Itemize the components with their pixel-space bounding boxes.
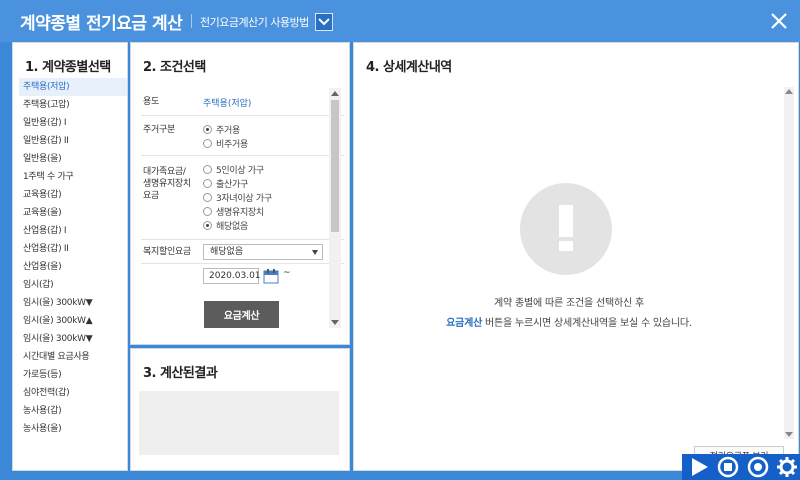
contract-type-item[interactable]: 1주택 수 가구 bbox=[19, 168, 127, 186]
title-divider bbox=[191, 14, 192, 28]
record-button[interactable] bbox=[745, 456, 771, 478]
instruction-line-1: 계약 종별에 따른 조건을 선택하신 후 bbox=[494, 298, 644, 309]
family-option[interactable]: 3자녀이상 가구 bbox=[203, 190, 272, 204]
panel-title: 4. 상세계산내역 bbox=[366, 60, 452, 75]
contract-type-item[interactable]: 임시(을) 300kW▼ bbox=[19, 294, 127, 312]
family-option[interactable]: 출산가구 bbox=[203, 176, 272, 190]
contract-type-item[interactable]: 농사용(을) bbox=[19, 420, 127, 438]
family-row: 대가족요금/ 생명유지장치 요금 5인이상 가구 출산가구 3자녀이상 가구 생… bbox=[141, 156, 344, 240]
detail-panel: 4. 상세계산내역 계약 종별에 따른 조건을 선택하신 후 요금계산 버튼을 … bbox=[353, 42, 799, 471]
calendar-button[interactable] bbox=[263, 268, 279, 284]
contract-type-item[interactable]: 일반용(을) bbox=[19, 150, 127, 168]
settings-button[interactable] bbox=[775, 456, 800, 478]
instruction-rest: 버튼을 누르시면 상세계산내역을 보실 수 있습니다. bbox=[482, 318, 692, 329]
residence-option-residential[interactable]: 주거용 bbox=[203, 122, 248, 136]
scroll-up-arrow[interactable] bbox=[785, 89, 793, 94]
stop-button[interactable] bbox=[716, 456, 742, 478]
welfare-row: 복지할인요금 해당없음 bbox=[141, 240, 344, 264]
close-button[interactable] bbox=[764, 6, 794, 36]
contract-type-item[interactable]: 산업용(갑) I bbox=[19, 222, 127, 240]
contract-type-panel: 1. 계약종별선택 주택용(저압) 주택용(고압) 일반용(갑) I 일반용(갑… bbox=[12, 42, 128, 471]
usage-label: 용도 bbox=[143, 97, 159, 107]
contract-type-item[interactable]: 산업용(을) bbox=[19, 258, 127, 276]
contract-type-item[interactable]: 교육용(을) bbox=[19, 204, 127, 222]
contract-type-list: 주택용(저압) 주택용(고압) 일반용(갑) I 일반용(갑) II 일반용(을… bbox=[19, 78, 127, 438]
scroll-up-arrow[interactable] bbox=[331, 91, 339, 96]
radio-button[interactable] bbox=[203, 178, 212, 188]
family-option[interactable]: 생명유지장치 bbox=[203, 204, 272, 218]
contract-type-item[interactable]: 일반용(갑) I bbox=[19, 114, 127, 132]
start-date-input[interactable]: 2020.03.01 bbox=[203, 268, 261, 284]
family-label: 대가족요금/ 생명유지장치 요금 bbox=[143, 167, 191, 201]
usage-guide-link[interactable]: 전기요금계산기 사용방법 bbox=[200, 14, 309, 30]
contract-type-item[interactable]: 시간대별 요금사용 bbox=[19, 348, 127, 366]
scroll-down-arrow[interactable] bbox=[785, 432, 793, 437]
welfare-select[interactable]: 해당없음 bbox=[203, 244, 323, 260]
contract-type-item[interactable]: 심야전력(갑) bbox=[19, 384, 127, 402]
condition-form: 용도 주택용(저압) 주거구분 주거용 비주거용 대가족요금/ 생명유지장치 요… bbox=[141, 88, 344, 328]
family-option[interactable]: 해당없음 bbox=[203, 218, 272, 232]
calendar-icon bbox=[263, 269, 279, 284]
player-controls bbox=[682, 454, 800, 480]
record-icon bbox=[747, 456, 768, 478]
welfare-label: 복지할인요금 bbox=[143, 247, 191, 257]
family-option[interactable]: 5인이상 가구 bbox=[203, 162, 272, 176]
radio-button[interactable] bbox=[203, 220, 212, 230]
result-box bbox=[139, 391, 339, 455]
contract-type-item[interactable]: 산업용(갑) II bbox=[19, 240, 127, 258]
panel-title: 2. 조건선택 bbox=[143, 60, 206, 75]
result-panel: 3. 계산된결과 bbox=[130, 348, 350, 471]
contract-type-item[interactable]: 교육용(갑) bbox=[19, 186, 127, 204]
page-title: 계약종별 전기요금 계산 bbox=[20, 14, 183, 34]
calculate-button[interactable]: 요금계산 bbox=[204, 301, 279, 328]
close-icon bbox=[771, 13, 787, 29]
play-icon bbox=[691, 458, 708, 476]
chevron-down-icon bbox=[318, 18, 330, 26]
panel-title: 3. 계산된결과 bbox=[143, 366, 218, 381]
instruction-line-2: 요금계산 버튼을 누르시면 상세계산내역을 보실 수 있습니다. bbox=[354, 314, 784, 329]
residence-option-nonresidential[interactable]: 비주거용 bbox=[203, 136, 248, 150]
panel-title: 1. 계약종별선택 bbox=[25, 60, 111, 75]
radio-button[interactable] bbox=[203, 206, 212, 216]
scroll-down-arrow[interactable] bbox=[331, 320, 339, 325]
usage-value: 주택용(저압) bbox=[203, 99, 252, 109]
title-bar: 계약종별 전기요금 계산 전기요금계산기 사용방법 bbox=[0, 0, 800, 42]
detail-scrollbar[interactable] bbox=[784, 87, 794, 439]
stop-icon bbox=[718, 456, 739, 478]
usage-row: 용도 주택용(저압) bbox=[141, 88, 344, 116]
play-button[interactable] bbox=[686, 456, 712, 478]
radio-button[interactable] bbox=[203, 164, 212, 174]
residence-row: 주거구분 주거용 비주거용 bbox=[141, 116, 344, 156]
radio-button[interactable] bbox=[203, 138, 212, 148]
exclamation-icon bbox=[520, 183, 612, 275]
contract-type-item[interactable]: 임시(을) 300kW▼ bbox=[19, 330, 127, 348]
gear-icon bbox=[777, 457, 798, 477]
chevron-down-icon bbox=[312, 250, 318, 255]
instruction-highlight: 요금계산 bbox=[446, 318, 483, 329]
contract-type-item[interactable]: 주택용(저압) bbox=[19, 78, 127, 96]
date-row: 2020.03.01 ~ bbox=[141, 264, 344, 294]
contract-type-item[interactable]: 일반용(갑) II bbox=[19, 132, 127, 150]
date-range-tilde: ~ bbox=[283, 268, 291, 278]
contract-type-item[interactable]: 가로등(등) bbox=[19, 366, 127, 384]
contract-type-item[interactable]: 주택용(고압) bbox=[19, 96, 127, 114]
radio-button[interactable] bbox=[203, 192, 212, 202]
contract-type-item[interactable]: 임시(갑) bbox=[19, 276, 127, 294]
contract-type-item[interactable]: 농사용(갑) bbox=[19, 402, 127, 420]
radio-button[interactable] bbox=[203, 124, 212, 134]
scroll-thumb[interactable] bbox=[331, 100, 339, 232]
condition-panel: 2. 조건선택 용도 주택용(저압) 주거구분 주거용 비주거용 대가족요금/ … bbox=[130, 42, 350, 345]
guide-toggle-button[interactable] bbox=[315, 13, 333, 31]
residence-label: 주거구분 bbox=[143, 125, 175, 135]
contract-type-item[interactable]: 임시(을) 300kW▲ bbox=[19, 312, 127, 330]
condition-scrollbar[interactable] bbox=[329, 88, 341, 328]
